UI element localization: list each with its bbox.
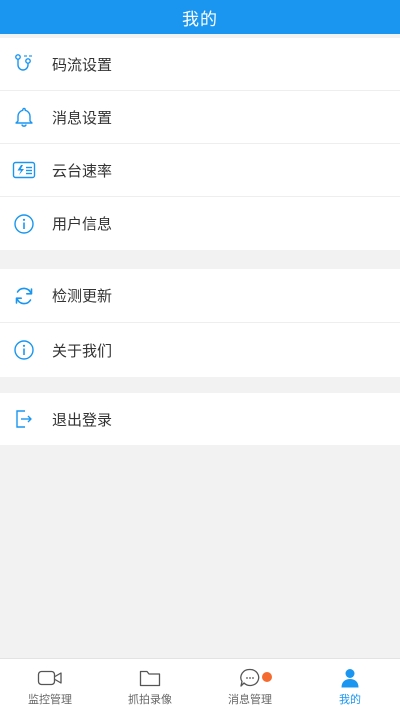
menu-item-label: 退出登录 xyxy=(52,410,113,429)
menu-item-label: 码流设置 xyxy=(52,55,113,74)
tab-label: 我的 xyxy=(339,693,361,706)
menu-item-label: 检测更新 xyxy=(52,287,113,305)
tab-monitor[interactable]: 监控管理 xyxy=(0,659,100,711)
chat-bubble-icon xyxy=(237,667,263,689)
refresh-icon xyxy=(12,284,36,308)
menu-item-check-update[interactable]: 检测更新 xyxy=(0,269,400,323)
tab-label: 监控管理 xyxy=(28,693,72,706)
unread-badge xyxy=(262,672,272,682)
logout-icon xyxy=(12,407,36,431)
menu-item-label: 关于我们 xyxy=(52,341,113,360)
info-icon xyxy=(12,338,36,362)
tab-message-management[interactable]: 消息管理 xyxy=(200,659,300,711)
settings-group-2: 检测更新 关于我们 xyxy=(0,269,400,377)
title-bar: 我的 xyxy=(0,0,400,34)
menu-item-logout[interactable]: 退出登录 xyxy=(0,393,400,445)
menu-item-label: 用户信息 xyxy=(52,215,113,233)
menu-item-stream-settings[interactable]: 码流设置 xyxy=(0,38,400,91)
video-camera-icon xyxy=(37,667,63,689)
tab-label: 消息管理 xyxy=(228,693,272,706)
ptz-speed-icon xyxy=(12,158,36,182)
settings-group-3: 退出登录 xyxy=(0,393,400,445)
bell-icon xyxy=(12,105,36,129)
person-icon xyxy=(337,667,363,689)
page-title: 我的 xyxy=(182,9,218,30)
tab-me[interactable]: 我的 xyxy=(300,659,400,711)
menu-item-user-info[interactable]: 用户信息 xyxy=(0,197,400,250)
menu-item-label: 云台速率 xyxy=(52,161,113,180)
folder-icon xyxy=(137,667,163,689)
menu-item-about-us[interactable]: 关于我们 xyxy=(0,323,400,377)
menu-item-label: 消息设置 xyxy=(52,108,113,127)
tab-capture-recording[interactable]: 抓拍录像 xyxy=(100,659,200,711)
menu-item-message-settings[interactable]: 消息设置 xyxy=(0,91,400,144)
settings-group-1: 码流设置 消息设置 云台速率 用户信息 xyxy=(0,38,400,250)
screen: 我的 码流设置 消息设置 云台速率 用户信息 检测更新 关于我们 退出登录 监控… xyxy=(0,0,400,711)
info-icon xyxy=(12,212,36,236)
stream-settings-icon xyxy=(12,52,36,76)
tab-label: 抓拍录像 xyxy=(128,693,172,706)
menu-item-ptz-speed[interactable]: 云台速率 xyxy=(0,144,400,197)
bottom-tab-bar: 监控管理 抓拍录像 消息管理 我的 xyxy=(0,658,400,711)
